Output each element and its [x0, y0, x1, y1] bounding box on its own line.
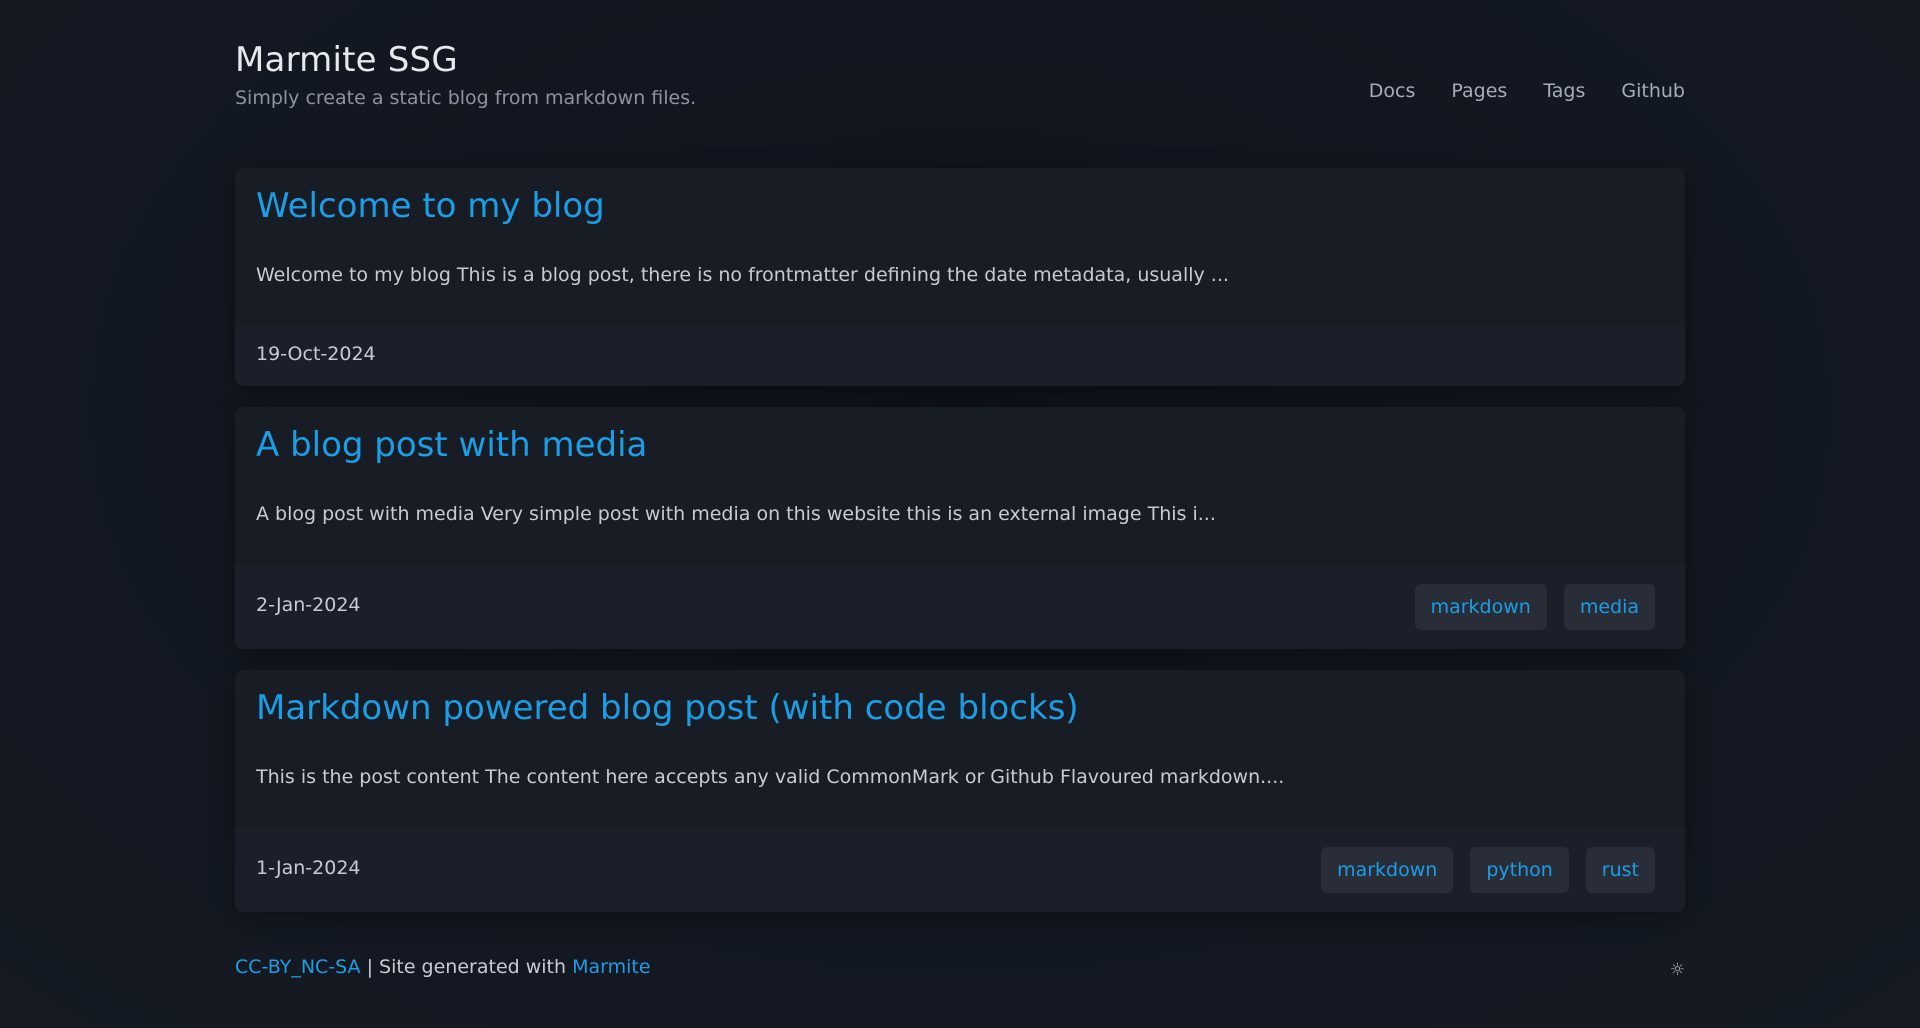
footer-text: | Site generated with [360, 956, 573, 978]
site-tagline: Simply create a static blog from markdow… [235, 87, 697, 109]
post-date: 2-Jan-2024 [256, 594, 361, 616]
post-card: A blog post with media A blog post with … [235, 407, 1685, 649]
main-nav: Docs Pages Tags Github [1369, 80, 1685, 102]
post-date: 1-Jan-2024 [256, 857, 361, 879]
post-excerpt: This is the post content The content her… [256, 766, 1285, 788]
nav-tags-link[interactable]: Tags [1543, 80, 1585, 102]
nav-pages-link[interactable]: Pages [1451, 80, 1507, 102]
post-title-link[interactable]: Welcome to my blog [256, 186, 605, 226]
post-excerpt: Welcome to my blog This is a blog post, … [256, 264, 1229, 286]
tag-python-link[interactable]: python [1470, 847, 1569, 893]
tag-markdown-link[interactable]: markdown [1321, 847, 1454, 893]
post-card: Markdown powered blog post (with code bl… [235, 670, 1685, 912]
theme-toggle-icon[interactable]: ☼ [1670, 960, 1685, 980]
tag-markdown-link[interactable]: markdown [1414, 584, 1547, 630]
nav-docs-link[interactable]: Docs [1369, 80, 1416, 102]
post-tags: markdown media [1414, 584, 1655, 630]
license-link[interactable]: CC-BY_NC-SA [235, 956, 361, 978]
site-footer: CC-BY_NC-SA | Site generated with Marmit… [235, 956, 1685, 980]
site-title[interactable]: Marmite SSG [235, 40, 458, 80]
post-excerpt: A blog post with media Very simple post … [256, 503, 1216, 525]
page-container: Marmite SSG Simply create a static blog … [235, 0, 1685, 912]
nav-github-link[interactable]: Github [1621, 80, 1685, 102]
tag-rust-link[interactable]: rust [1585, 847, 1655, 893]
post-title-link[interactable]: A blog post with media [256, 425, 647, 465]
post-date: 19-Oct-2024 [256, 343, 376, 365]
post-title-link[interactable]: Markdown powered blog post (with code bl… [256, 688, 1079, 728]
tag-media-link[interactable]: media [1563, 584, 1655, 630]
post-footer: 1-Jan-2024 markdown python rust [235, 828, 1685, 912]
post-footer: 19-Oct-2024 [235, 326, 1685, 386]
post-card: Welcome to my blog Welcome to my blog Th… [235, 168, 1685, 386]
post-footer: 2-Jan-2024 markdown media [235, 565, 1685, 649]
generator-link[interactable]: Marmite [572, 956, 650, 978]
post-tags: markdown python rust [1321, 847, 1655, 893]
site-header: Marmite SSG Simply create a static blog … [235, 0, 1685, 168]
